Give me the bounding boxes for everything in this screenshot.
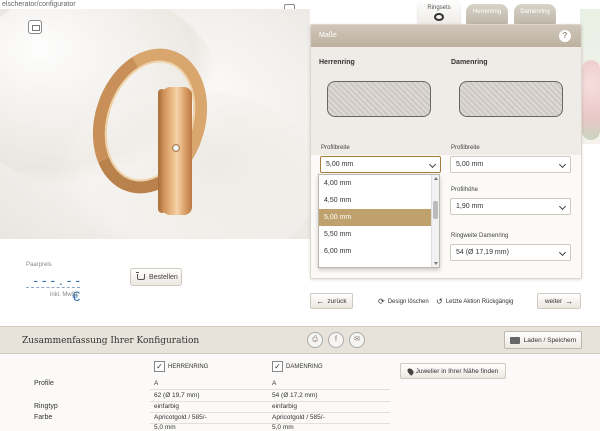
damenring-title: Damenring <box>451 59 488 66</box>
next-button[interactable]: weiter → <box>537 293 581 309</box>
help-icon[interactable]: ? <box>559 30 571 42</box>
dropdown-scrollbar[interactable] <box>431 175 439 267</box>
damenring-checkbox[interactable]: ✓ <box>272 361 283 372</box>
tab-damenring-label: Damenring <box>520 9 550 15</box>
table-cell: A <box>154 380 159 387</box>
herrenring-checkbox[interactable]: ✓ <box>154 361 165 372</box>
ringweite-value: 54 (Ø 17,19 mm) <box>456 249 509 256</box>
price-label: Paarpreis <box>26 262 52 268</box>
scroll-up-icon[interactable] <box>434 177 438 180</box>
view-toggle-icon[interactable] <box>28 20 42 34</box>
chevron-down-icon <box>558 202 567 211</box>
undo-icon: ↺ <box>436 297 443 306</box>
herrenring-profile-image <box>327 81 431 117</box>
table-cell: 5,0 mm <box>154 424 176 431</box>
undo-label: Letzte Aktion Rückgängig <box>445 298 514 305</box>
find-jeweler-label: Juwelier in Ihrer Nähe finden <box>415 367 499 375</box>
flower-decoration <box>582 60 600 140</box>
damen-profilhoehe-value: 1,90 mm <box>456 203 484 210</box>
damen-profilhoehe-select[interactable]: 1,90 mm <box>450 198 571 215</box>
clear-design-label: Design löschen <box>387 298 429 305</box>
table-cell: 62 (Ø 19,7 mm) <box>154 392 200 399</box>
tab-damenring[interactable]: Damenring <box>514 4 556 26</box>
herrenring-title: Herrenring <box>319 59 355 66</box>
price-value: - - - . - - € <box>26 272 80 304</box>
herren-profilbreite-label: Profilbreite <box>321 145 350 151</box>
ringweite-select[interactable]: 54 (Ø 17,19 mm) <box>450 244 571 261</box>
facebook-icon[interactable]: f <box>328 332 344 348</box>
load-save-label: Laden / Speichern <box>523 336 577 344</box>
panel-title: Maße <box>311 25 581 47</box>
tab-ringsets-label: Ringsets <box>427 5 451 11</box>
undo-action[interactable]: ↺ Letzte Aktion Rückgängig <box>436 297 513 306</box>
ring-preview-image <box>0 9 310 239</box>
table-cell: einfarbig <box>272 403 297 410</box>
scroll-down-icon[interactable] <box>434 262 438 265</box>
location-pin-icon <box>405 366 415 376</box>
damenring-column-header: DAMENRING <box>286 364 323 370</box>
herren-profilbreite-value: 5,00 mm <box>326 161 354 168</box>
diamond-icon <box>172 144 180 152</box>
clear-design-action[interactable]: ⟳ Design löschen <box>378 297 429 306</box>
row-label: Profile <box>34 380 54 387</box>
tab-herrenring-label: Herrenring <box>472 9 502 15</box>
table-cell: A <box>272 380 277 387</box>
back-label: zurück <box>327 297 347 305</box>
chevron-down-icon <box>558 160 567 169</box>
dropdown-option-selected[interactable]: 5,00 mm <box>319 209 439 226</box>
arrow-right-icon: → <box>565 296 574 306</box>
damen-profilbreite-value: 5,00 mm <box>456 161 484 168</box>
dropdown-option[interactable]: 4,50 mm <box>319 192 439 209</box>
dropdown-option[interactable]: 6,00 mm <box>319 243 439 260</box>
load-save-button[interactable]: Laden / Speichern <box>504 331 582 349</box>
row-label: Farbe <box>34 414 53 421</box>
summary-header: Zusammenfassung Ihrer Konfiguration ⎙ f … <box>0 326 600 354</box>
table-cell: Apricotgold / 585/- <box>272 414 325 421</box>
cart-icon <box>136 272 145 280</box>
scroll-thumb[interactable] <box>433 201 438 219</box>
back-button[interactable]: ← zurück <box>310 293 353 309</box>
table-cell: 54 (Ø 17,2 mm) <box>272 392 318 399</box>
herrenring-column-header: HERRENRING <box>168 364 209 370</box>
tab-herrenring[interactable]: Herrenring <box>466 4 508 26</box>
herren-profilbreite-select[interactable]: 5,00 mm <box>320 156 441 173</box>
damenring-profile-image <box>459 81 563 117</box>
next-label: weiter <box>544 297 563 305</box>
order-label: Bestellen <box>149 273 178 281</box>
mail-icon[interactable]: ✉ <box>349 332 365 348</box>
table-cell: einfarbig <box>154 403 179 410</box>
table-cell: Apricotgold / 585/- <box>154 414 207 421</box>
ringweite-label: Ringweite Damenring <box>451 233 509 239</box>
arrow-left-icon: ← <box>316 296 325 306</box>
rings-icon <box>434 13 444 21</box>
summary-title: Zusammenfassung Ihrer Konfiguration <box>22 336 200 346</box>
url-fragment: elscherator/configurator <box>2 1 76 8</box>
dropdown-option[interactable]: 4,00 mm <box>319 175 439 192</box>
order-button[interactable]: Bestellen <box>130 268 182 286</box>
print-icon[interactable]: ⎙ <box>307 332 323 348</box>
refresh-icon: ⟳ <box>378 297 385 306</box>
price-tax-note: inkl. MwSt. <box>50 292 80 298</box>
table-cell: 5,0 mm <box>272 424 294 431</box>
chevron-down-icon <box>558 248 567 257</box>
dropdown-option[interactable]: 5,50 mm <box>319 226 439 243</box>
chevron-down-icon <box>428 160 437 169</box>
row-label: Ringtyp <box>34 403 58 410</box>
find-jeweler-button[interactable]: Juwelier in Ihrer Nähe finden <box>400 363 506 379</box>
damen-profilhoehe-label: Profilhöhe <box>451 187 479 193</box>
damen-profilbreite-label: Profilbreite <box>451 145 480 151</box>
profilbreite-dropdown: 4,00 mm 4,50 mm 5,00 mm 5,50 mm 6,00 mm <box>318 174 440 268</box>
folder-icon <box>509 336 520 344</box>
damen-profilbreite-select[interactable]: 5,00 mm <box>450 156 571 173</box>
